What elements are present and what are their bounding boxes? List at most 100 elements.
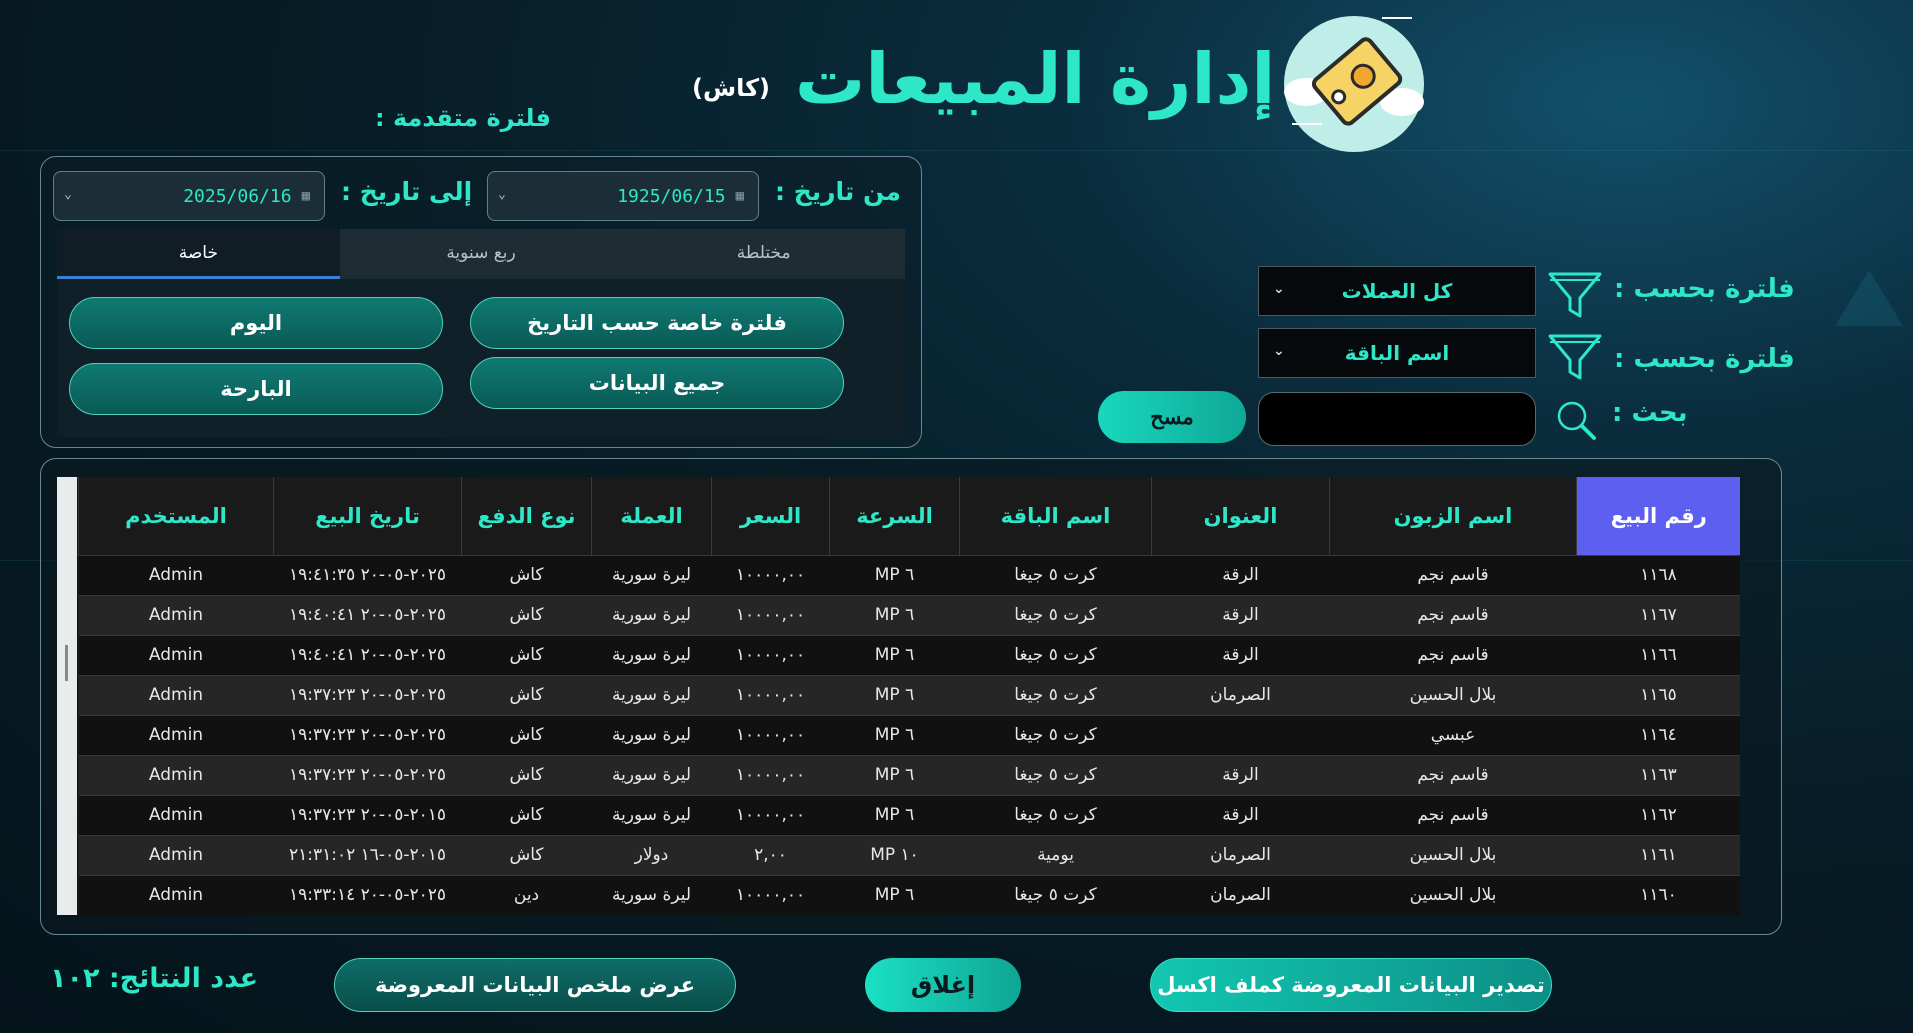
filter-by-label: فلترة بحسب :	[1614, 274, 1795, 304]
table-cell: كاش	[461, 634, 592, 675]
table-cell: Admin	[78, 794, 274, 835]
tab-quarterly[interactable]: ربع سنوية	[340, 229, 623, 279]
table-row[interactable]: ١١٦٧ قاسم نجم الرقة كرت ٥ جيغا ٦ MP ١٠٠٠٠,٠٠ ل…	[78, 594, 1740, 635]
package-filter-select[interactable]: ⌄ اسم الباقة	[1258, 328, 1536, 378]
bg-line	[0, 150, 1913, 151]
close-button[interactable]: إغلاق	[865, 958, 1021, 1012]
export-excel-button[interactable]: تصدير البيانات المعروضة كملف اكسل	[1150, 958, 1552, 1012]
table-cell	[1151, 714, 1330, 755]
table-cell: Admin	[78, 674, 274, 715]
table-cell: ١٠٠٠٠,٠٠	[711, 674, 830, 715]
table-cell: كاش	[461, 794, 592, 835]
table-cell: ٦ MP	[829, 554, 960, 595]
table-cell: بلال الحسين	[1329, 674, 1577, 715]
table-cell: قاسم نجم	[1329, 594, 1577, 635]
sales-table-panel: رقم البيع اسم الزبون العنوان اسم الباقة …	[40, 458, 1782, 935]
from-date-picker[interactable]: ⌄ 1925/06/15 ▦	[487, 171, 759, 221]
currency-filter-select[interactable]: ⌄ كل العملات	[1258, 266, 1536, 316]
table-row[interactable]: ١١٦٢ قاسم نجم الرقة كرت ٥ جيغا ٦ MP ١٠٠٠٠,٠٠ ل…	[78, 794, 1740, 835]
table-cell: ليرة سورية	[591, 634, 712, 675]
col-header-speed[interactable]: السرعة	[829, 477, 960, 555]
filter-tabs-area: خاصة ربع سنوية مختلطة فلترة خاصة حسب الت…	[57, 229, 905, 437]
table-cell: ليرة سورية	[591, 754, 712, 795]
col-header-address[interactable]: العنوان	[1151, 477, 1330, 555]
table-header-row: رقم البيع اسم الزبون العنوان اسم الباقة …	[78, 477, 1740, 555]
table-cell: قاسم نجم	[1329, 794, 1577, 835]
chevron-down-icon: ⌄	[498, 187, 506, 202]
table-cell: ١١٦١	[1576, 834, 1740, 875]
col-header-sale-number[interactable]: رقم البيع	[1576, 477, 1740, 555]
col-header-sale-date[interactable]: تاريخ البيع	[273, 477, 462, 555]
vertical-scrollbar[interactable]	[57, 477, 77, 915]
table-cell: ١٠٠٠٠,٠٠	[711, 754, 830, 795]
all-data-button[interactable]: جميع البيانات	[470, 357, 844, 409]
chevron-down-icon: ⌄	[1273, 343, 1285, 359]
col-header-payment-type[interactable]: نوع الدفع	[461, 477, 592, 555]
table-cell: ٦ MP	[829, 874, 960, 915]
table-cell: كاش	[461, 674, 592, 715]
funnel-icon	[1548, 272, 1602, 318]
search-input[interactable]	[1258, 392, 1536, 446]
col-header-customer-name[interactable]: اسم الزبون	[1329, 477, 1577, 555]
from-date-label: من تاريخ :	[775, 177, 901, 206]
table-row[interactable]: ١١٦٦ قاسم نجم الرقة كرت ٥ جيغا ٦ MP ١٠٠٠٠,٠٠ ل…	[78, 634, 1740, 675]
table-cell: ٢٠٢٥-٠٥-٢٠ ١٩:٣٧:٢٣	[273, 754, 462, 795]
scrollbar-thumb[interactable]	[65, 645, 68, 681]
table-body: ١١٦٨ قاسم نجم الرقة كرت ٥ جيغا ٦ MP ١٠٠٠٠,٠٠ ل…	[78, 554, 1740, 915]
table-row[interactable]: ١١٦٣ قاسم نجم الرقة كرت ٥ جيغا ٦ MP ١٠٠٠٠,٠٠ ل…	[78, 754, 1740, 795]
table-row[interactable]: ١١٦٨ قاسم نجم الرقة كرت ٥ جيغا ٦ MP ١٠٠٠٠,٠٠ ل…	[78, 554, 1740, 595]
table-cell: ٦ MP	[829, 674, 960, 715]
col-header-user[interactable]: المستخدم	[78, 477, 274, 555]
table-cell: ٢٠٢٥-٠٥-٢٠ ١٩:٤٠:٤١	[273, 634, 462, 675]
calendar-icon: ▦	[301, 188, 310, 204]
table-cell: ليرة سورية	[591, 594, 712, 635]
tab-custom[interactable]: خاصة	[57, 229, 340, 279]
table-cell: ٢٠٢٥-٠٥-٢٠ ١٩:٣٣:١٤	[273, 874, 462, 915]
table-cell: ١٠٠٠٠,٠٠	[711, 554, 830, 595]
table-cell: الرقة	[1151, 554, 1330, 595]
col-header-price[interactable]: السعر	[711, 477, 830, 555]
table-cell: كاش	[461, 714, 592, 755]
table-cell: Admin	[78, 634, 274, 675]
table-cell: ٢,٠٠	[711, 834, 830, 875]
page-title: إدارة المبيعات	[795, 38, 1276, 120]
today-button[interactable]: اليوم	[69, 297, 443, 349]
table-cell: ١٠٠٠٠,٠٠	[711, 594, 830, 635]
table-cell: الصرمان	[1151, 874, 1330, 915]
table-cell: ١١٦٥	[1576, 674, 1740, 715]
table-row[interactable]: ١١٦٠ بلال الحسين الصرمان كرت ٥ جيغا ٦ MP ١٠٠٠…	[78, 874, 1740, 915]
table-cell: ٢٠١٥-٠٥-٢٠ ١٩:٣٧:٢٣	[273, 794, 462, 835]
table-row[interactable]: ١١٦١ بلال الحسين الصرمان يومية ١٠ MP ٢,٠٠ دولا…	[78, 834, 1740, 875]
table-cell: كرت ٥ جيغا	[959, 634, 1152, 675]
results-count: عدد النتائج: ١٠٢	[50, 963, 259, 994]
table-cell: كرت ٥ جيغا	[959, 554, 1152, 595]
col-header-currency[interactable]: العملة	[591, 477, 712, 555]
table-cell: ٦ MP	[829, 594, 960, 635]
table-cell: كاش	[461, 834, 592, 875]
tab-mixed[interactable]: مختلطة	[622, 229, 905, 279]
table-cell: يومية	[959, 834, 1152, 875]
table-cell: ليرة سورية	[591, 874, 712, 915]
clear-button[interactable]: مسح	[1098, 391, 1246, 443]
to-date-picker[interactable]: ⌄ 2025/06/16 ▦	[53, 171, 325, 221]
show-summary-button[interactable]: عرض ملخص البيانات المعروضة	[334, 958, 736, 1012]
table-cell: ٦ MP	[829, 754, 960, 795]
date-filter-button[interactable]: فلترة خاصة حسب التاريخ	[470, 297, 844, 349]
table-cell: Admin	[78, 594, 274, 635]
table-cell: ١٠ MP	[829, 834, 960, 875]
page-subtitle: (كاش)	[692, 74, 771, 102]
yesterday-button[interactable]: البارحة	[69, 363, 443, 415]
table-cell: كاش	[461, 594, 592, 635]
table-row[interactable]: ١١٦٤ عبسي كرت ٥ جيغا ٦ MP ١٠٠٠٠,٠٠ ليرة سورية…	[78, 714, 1740, 755]
table-cell: قاسم نجم	[1329, 554, 1577, 595]
table-row[interactable]: ١١٦٥ بلال الحسين الصرمان كرت ٥ جيغا ٦ MP ١٠٠٠…	[78, 674, 1740, 715]
to-date-value: 2025/06/16	[183, 185, 292, 207]
col-header-package-name[interactable]: اسم الباقة	[959, 477, 1152, 555]
table-cell: ليرة سورية	[591, 674, 712, 715]
table-cell: بلال الحسين	[1329, 874, 1577, 915]
table-cell: الرقة	[1151, 634, 1330, 675]
table-cell: ٢٠٢٥-٠٥-٢٠ ١٩:٤٠:٤١	[273, 594, 462, 635]
table-cell: ٢٠٢٥-٠٥-٢٠ ١٩:٤١:٣٥	[273, 554, 462, 595]
table-cell: ١٠٠٠٠,٠٠	[711, 714, 830, 755]
table-cell: الصرمان	[1151, 674, 1330, 715]
